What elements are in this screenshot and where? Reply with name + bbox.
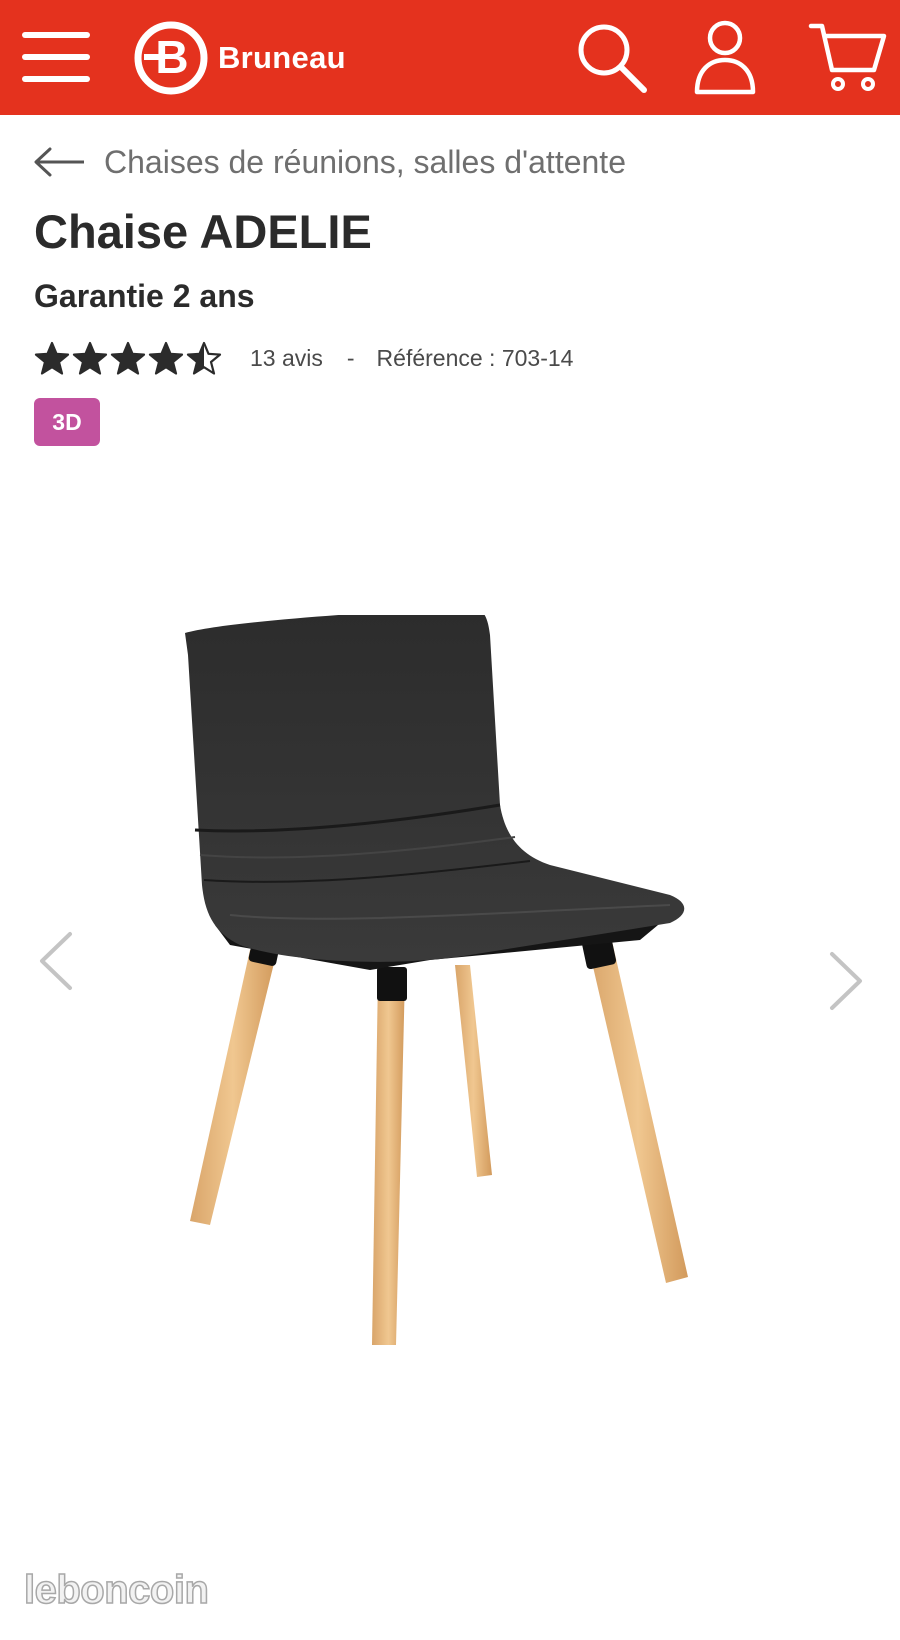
star-full-icon <box>110 341 146 375</box>
menu-icon-line <box>22 76 90 82</box>
separator: - <box>346 344 355 371</box>
menu-button[interactable] <box>22 32 92 82</box>
chevron-right-icon[interactable] <box>826 950 866 1012</box>
logo-b-icon: B <box>134 21 208 94</box>
product-image-chair[interactable] <box>170 615 730 1415</box>
star-full-icon <box>34 341 70 375</box>
brand-logo[interactable]: B Bruneau <box>134 20 346 95</box>
star-full-icon <box>72 341 108 375</box>
user-icon[interactable] <box>692 18 758 96</box>
search-icon[interactable] <box>572 18 650 96</box>
chevron-left-icon[interactable] <box>36 930 76 992</box>
cart-icon[interactable] <box>808 18 888 94</box>
rating-row: 13 avis - Référence : 703-14 <box>34 340 573 376</box>
star-half-icon <box>186 341 222 375</box>
watermark-logo: leboncoin <box>23 1567 209 1613</box>
page-title: Chaise ADELIE <box>34 205 372 258</box>
reviews-count-link[interactable]: 13 avis <box>250 345 323 372</box>
menu-icon-line <box>22 32 90 38</box>
star-rating[interactable] <box>34 341 224 375</box>
warranty-label: Garantie 2 ans <box>34 278 255 314</box>
breadcrumb-back-link[interactable]: Chaises de réunions, salles d'attente <box>34 140 626 184</box>
product-reference: Référence : 703-14 <box>376 344 574 371</box>
breadcrumb-label: Chaises de réunions, salles d'attente <box>104 143 626 180</box>
view-3d-badge[interactable]: 3D <box>34 398 100 446</box>
brand-name: Bruneau <box>218 39 346 75</box>
star-full-icon <box>148 341 184 375</box>
top-header-bar: B Bruneau <box>0 0 900 115</box>
arrow-left-icon <box>34 147 84 177</box>
menu-icon-line <box>22 54 90 60</box>
